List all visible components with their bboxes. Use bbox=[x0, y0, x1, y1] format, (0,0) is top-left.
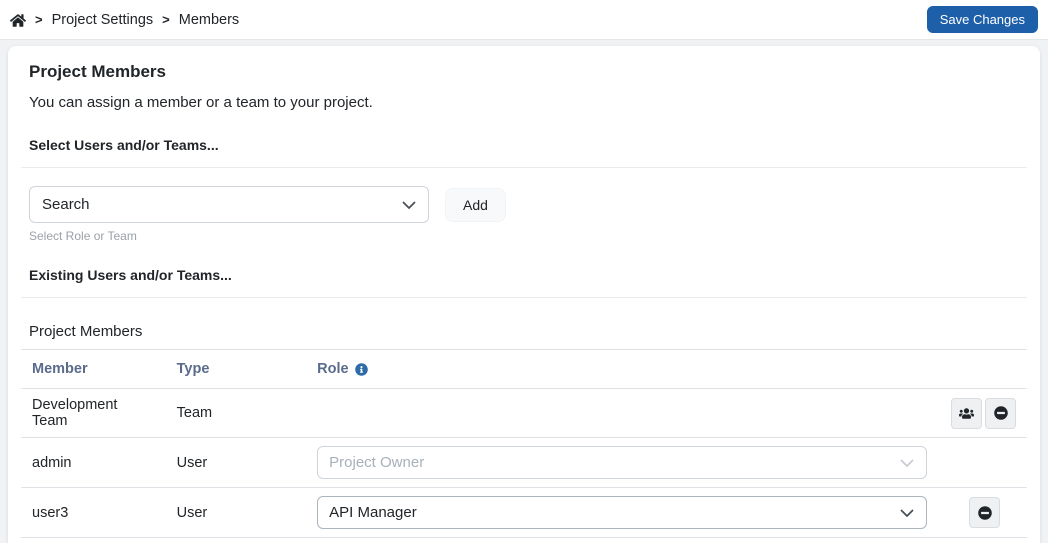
remove-member-button[interactable] bbox=[969, 497, 1000, 528]
member-type: User bbox=[165, 437, 307, 488]
remove-member-button[interactable] bbox=[985, 397, 1016, 429]
search-users-teams-select[interactable]: Search bbox=[29, 186, 429, 223]
role-select-value: API Manager bbox=[329, 504, 417, 521]
breadcrumb-project-settings[interactable]: Project Settings bbox=[52, 12, 154, 28]
column-header-type: Type bbox=[165, 349, 307, 389]
members-table-caption: Project Members bbox=[29, 323, 143, 340]
breadcrumb-separator: > bbox=[162, 12, 170, 27]
minus-circle-icon bbox=[993, 406, 1008, 420]
member-name: Development Team bbox=[21, 388, 166, 438]
breadcrumb-separator: > bbox=[35, 12, 43, 27]
table-row: admin User Project Owner bbox=[21, 437, 1027, 488]
minus-circle-icon bbox=[977, 505, 992, 520]
project-members-panel: Project Members You can assign a member … bbox=[8, 46, 1040, 543]
chevron-down-icon bbox=[401, 197, 417, 213]
table-row: Development Team Team bbox=[21, 388, 1027, 438]
role-info-icon[interactable] bbox=[354, 363, 368, 376]
member-name: user3 bbox=[21, 487, 166, 538]
page-subtitle: You can assign a member or a team to you… bbox=[29, 94, 373, 111]
breadcrumb: > Project Settings > Members bbox=[10, 12, 239, 28]
chevron-down-icon bbox=[899, 455, 915, 471]
member-role-cell bbox=[306, 388, 939, 438]
chevron-down-icon bbox=[899, 505, 915, 521]
save-changes-button[interactable]: Save Changes bbox=[926, 6, 1038, 33]
users-icon bbox=[959, 407, 974, 419]
members-table: Member Type Role Development Team Team a… bbox=[21, 349, 1027, 538]
member-name: admin bbox=[21, 437, 166, 488]
home-icon[interactable] bbox=[10, 13, 26, 28]
column-header-member: Member bbox=[21, 349, 166, 389]
table-row: user3 User API Manager bbox=[21, 487, 1027, 538]
search-helper-text: Select Role or Team bbox=[29, 229, 137, 243]
member-type: User bbox=[165, 487, 307, 538]
column-header-role: Role bbox=[317, 361, 349, 377]
role-select-disabled: Project Owner bbox=[317, 446, 928, 479]
breadcrumb-members[interactable]: Members bbox=[179, 12, 239, 28]
team-members-button[interactable] bbox=[951, 397, 982, 429]
divider bbox=[21, 297, 1027, 298]
role-select-value: Project Owner bbox=[329, 454, 425, 471]
add-button[interactable]: Add bbox=[445, 187, 506, 222]
role-select[interactable]: API Manager bbox=[317, 496, 928, 529]
existing-users-teams-label: Existing Users and/or Teams... bbox=[29, 267, 232, 283]
top-bar: > Project Settings > Members Save Change… bbox=[0, 0, 1048, 40]
member-type: Team bbox=[165, 388, 307, 438]
page-title: Project Members bbox=[29, 62, 166, 81]
search-select-value: Search bbox=[42, 196, 90, 213]
table-header-row: Member Type Role bbox=[21, 349, 1027, 389]
select-users-teams-label: Select Users and/or Teams... bbox=[29, 137, 219, 153]
column-header-actions bbox=[938, 349, 1027, 389]
divider bbox=[21, 167, 1027, 168]
